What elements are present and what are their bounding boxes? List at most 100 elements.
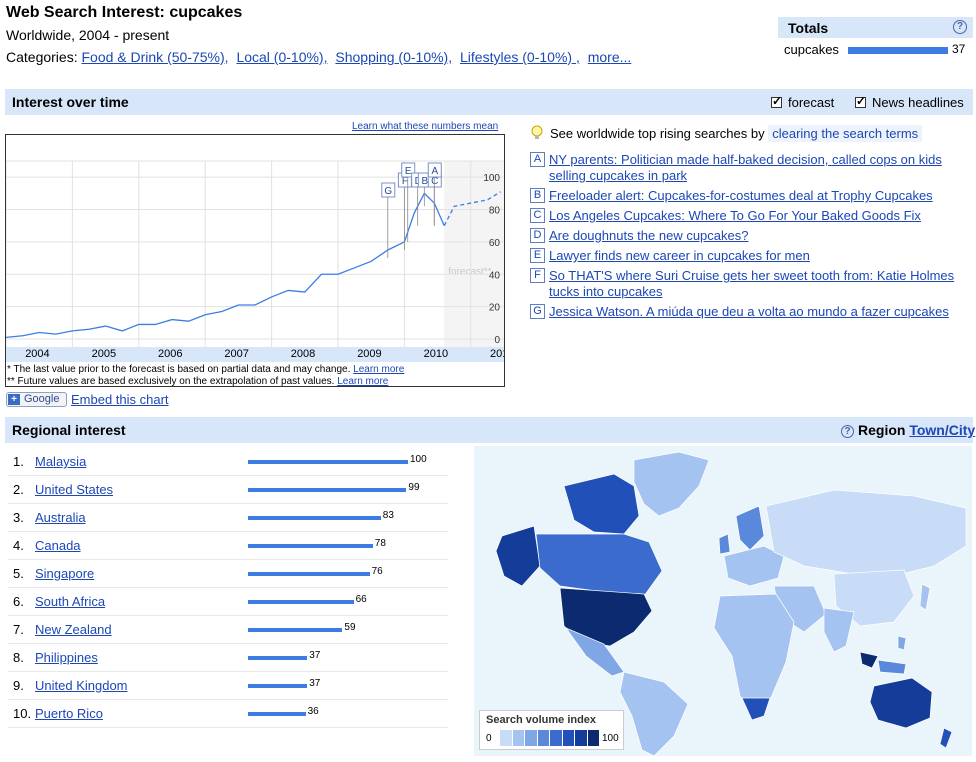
map-new-zealand[interactable]: [939, 727, 953, 749]
region-name-link[interactable]: Singapore: [35, 566, 94, 581]
news-marker-badge[interactable]: A: [530, 152, 545, 167]
annotation-letter: G: [384, 186, 392, 197]
region-row: 3. Australia 83: [8, 504, 448, 532]
embed-chart-link[interactable]: Embed this chart: [71, 392, 169, 407]
map-japan[interactable]: [919, 583, 931, 611]
legend-swatch: [512, 730, 525, 746]
news-headline-link[interactable]: Jessica Watson. A miúda que deu a volta …: [549, 304, 969, 320]
totals-box: Totals ? cupcakes 37: [778, 17, 973, 64]
map-russia[interactable]: [765, 489, 967, 577]
map-australia[interactable]: [869, 677, 933, 729]
region-name-link[interactable]: New Zealand: [35, 622, 112, 637]
y-tick-label: 80: [489, 206, 501, 217]
map-legend: Search volume index 0 100: [479, 710, 624, 750]
map-indonesia[interactable]: [877, 659, 907, 675]
legend-title: Search volume index: [486, 714, 597, 726]
map-south-africa[interactable]: [741, 697, 771, 721]
legend-swatch: [525, 730, 538, 746]
clear-search-terms-link[interactable]: clearing the search terms: [768, 125, 923, 142]
regional-title: Regional interest: [12, 422, 126, 438]
forecast-label: forecast: [788, 95, 835, 110]
rising-text: See worldwide top rising searches by: [550, 126, 765, 141]
region-value: 83: [382, 510, 394, 521]
news-marker-badge[interactable]: G: [530, 304, 545, 319]
x-tick-label: 2010: [423, 348, 449, 360]
more-categories-link[interactable]: more...: [588, 49, 632, 65]
region-value: 37: [309, 678, 321, 689]
news-headline-link[interactable]: Are doughnuts the new cupcakes?: [549, 228, 969, 244]
lightbulb-icon: [531, 125, 543, 139]
page-title: Web Search Interest: cupcakes: [6, 4, 243, 21]
map-africa[interactable]: [713, 593, 795, 715]
region-name-link[interactable]: United States: [35, 482, 113, 497]
google-button-label: Google: [24, 393, 60, 405]
forecast-region: [444, 161, 504, 347]
y-tick-label: 20: [489, 303, 501, 314]
region-rank: 2.: [13, 482, 24, 497]
region-value: 37: [309, 650, 321, 661]
news-headline-link[interactable]: Lawyer finds new career in cupcakes for …: [549, 248, 969, 264]
region-name-link[interactable]: United Kingdom: [35, 678, 128, 693]
legend-max: 100: [602, 733, 619, 744]
region-bar: [248, 600, 354, 604]
forecast-option[interactable]: forecast: [771, 94, 835, 110]
region-name-link[interactable]: Puerto Rico: [35, 706, 103, 721]
region-row: 10. Puerto Rico 36: [8, 700, 448, 728]
chart-note-partial-text: * The last value prior to the forecast i…: [7, 364, 351, 375]
y-tick-label: 0: [494, 335, 500, 346]
region-bar: [248, 488, 407, 492]
region-name-link[interactable]: Malaysia: [35, 454, 86, 469]
region-name-link[interactable]: South Africa: [35, 594, 105, 609]
map-philippines[interactable]: [897, 635, 907, 651]
news-headlines-option[interactable]: News headlines: [855, 94, 964, 110]
category-link-0[interactable]: Food & Drink (50-75%),: [81, 49, 228, 65]
forecast-checkbox[interactable]: [771, 94, 782, 108]
world-map[interactable]: Search volume index 0 100: [474, 446, 972, 756]
legend-swatch: [500, 730, 513, 746]
region-label: Region: [858, 422, 906, 438]
interest-section-header: Interest over time forecast News headlin…: [5, 89, 973, 115]
map-united-kingdom[interactable]: [718, 533, 731, 555]
news-marker-badge[interactable]: C: [530, 208, 545, 223]
legend-swatch: [550, 730, 563, 746]
news-headline-link[interactable]: NY parents: Politician made half-baked d…: [549, 152, 969, 184]
map-greenland[interactable]: [633, 451, 710, 517]
region-bar: [248, 656, 308, 660]
category-link-3[interactable]: Lifestyles (0-10%) ,: [460, 49, 580, 65]
news-headline-link[interactable]: Los Angeles Cupcakes: Where To Go For Yo…: [549, 208, 969, 224]
totals-row: cupcakes 37: [778, 38, 973, 62]
region-row: 7. New Zealand 59: [8, 616, 448, 644]
regional-section-header: Regional interest ? Region Town/City: [5, 417, 975, 443]
map-malaysia[interactable]: [859, 651, 879, 669]
region-name-link[interactable]: Philippines: [35, 650, 98, 665]
category-link-1[interactable]: Local (0-10%),: [236, 49, 327, 65]
region-name-link[interactable]: Australia: [35, 510, 86, 525]
map-india[interactable]: [823, 607, 855, 653]
news-headline-link[interactable]: So THAT'S where Suri Cruise gets her swe…: [549, 268, 969, 300]
totals-value: 37: [952, 42, 966, 56]
category-link-2[interactable]: Shopping (0-10%),: [335, 49, 452, 65]
map-scandinavia[interactable]: [735, 505, 765, 551]
news-marker-badge[interactable]: D: [530, 228, 545, 243]
map-alaska[interactable]: [495, 525, 541, 587]
learn-more-link-2[interactable]: Learn more: [337, 376, 388, 386]
region-name-link[interactable]: Canada: [35, 538, 81, 553]
map-canada[interactable]: [535, 533, 663, 597]
news-marker-badge[interactable]: E: [530, 248, 545, 263]
map-south-america[interactable]: [619, 671, 689, 756]
news-headlines-checkbox[interactable]: [855, 94, 866, 108]
help-icon[interactable]: ?: [953, 20, 967, 34]
legend-scale: [500, 730, 600, 746]
learn-numbers-link[interactable]: Learn what these numbers mean: [352, 121, 498, 132]
add-to-google-button[interactable]: + Google: [6, 392, 67, 407]
legend-swatch: [587, 730, 600, 746]
news-headline-link[interactable]: Freeloader alert: Cupcakes-for-costumes …: [549, 188, 969, 204]
region-value: 66: [355, 594, 367, 605]
news-marker-badge[interactable]: F: [530, 268, 545, 283]
map-canada-north[interactable]: [563, 473, 640, 535]
town-city-link[interactable]: Town/City: [909, 422, 975, 438]
news-marker-badge[interactable]: B: [530, 188, 545, 203]
help-icon[interactable]: ?: [841, 425, 854, 438]
totals-header: Totals ?: [778, 17, 973, 38]
learn-more-link[interactable]: Learn more: [353, 364, 404, 375]
